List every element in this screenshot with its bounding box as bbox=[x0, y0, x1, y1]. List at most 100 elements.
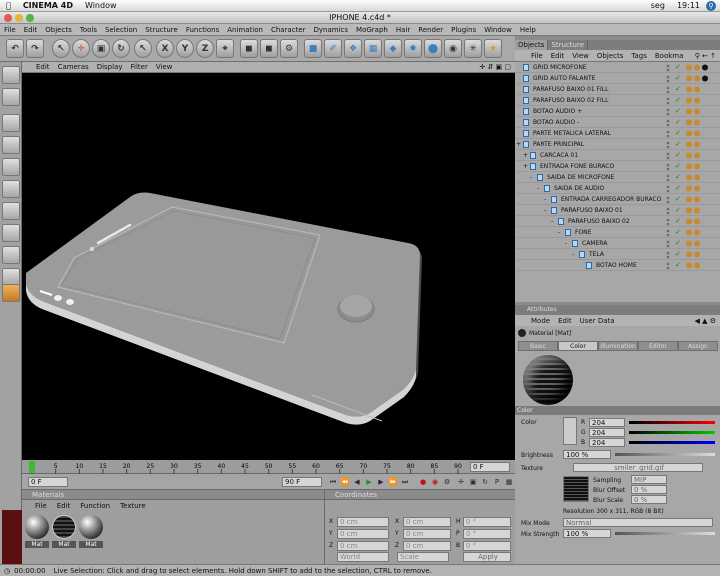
spline-pen-icon[interactable]: ✐ bbox=[324, 39, 342, 58]
tab-assign[interactable]: Assign bbox=[678, 341, 718, 351]
x-axis-button[interactable]: X bbox=[156, 39, 174, 58]
object-row[interactable]: - SAIDA DE AUDIO ✓ bbox=[515, 183, 720, 194]
material-swatch[interactable] bbox=[79, 515, 103, 539]
param-key-icon[interactable]: P bbox=[492, 477, 502, 487]
object-row[interactable]: BOTAO HOME ✓ bbox=[515, 260, 720, 271]
visibility-dots-icon[interactable] bbox=[665, 130, 671, 138]
enabled-check-icon[interactable]: ✓ bbox=[675, 205, 681, 216]
use-model-mode-icon[interactable] bbox=[2, 66, 20, 84]
tab-objects[interactable]: Objects bbox=[515, 40, 549, 50]
object-row[interactable]: GRID AUTO FALANTE ✓ bbox=[515, 73, 720, 84]
enabled-check-icon[interactable]: ✓ bbox=[675, 73, 681, 84]
keyframe-selection-icon[interactable]: ⚙ bbox=[442, 477, 452, 487]
object-row[interactable]: - PARAFUSO BAIXO 02 ✓ bbox=[515, 216, 720, 227]
coord-mode-select[interactable]: Scale bbox=[397, 552, 449, 562]
use-texture-mode-icon[interactable] bbox=[2, 114, 20, 132]
weight-mode-icon[interactable] bbox=[2, 224, 20, 242]
visibility-dots-icon[interactable] bbox=[665, 119, 671, 127]
menu-window[interactable]: Window bbox=[480, 26, 516, 34]
enabled-check-icon[interactable]: ✓ bbox=[675, 62, 681, 73]
size-z-field[interactable]: 0 cm bbox=[403, 541, 451, 551]
enabled-check-icon[interactable]: ✓ bbox=[675, 106, 681, 117]
objects-menu-view[interactable]: View bbox=[568, 52, 593, 60]
timeline-current-frame-field[interactable]: 0 F bbox=[470, 462, 510, 472]
light-bulb-icon[interactable]: ★ bbox=[484, 39, 502, 58]
environment-icon[interactable]: ⬤ bbox=[424, 39, 442, 58]
enabled-check-icon[interactable]: ✓ bbox=[675, 150, 681, 161]
menu-hair[interactable]: Hair bbox=[392, 26, 414, 34]
viewport-menu-view[interactable]: View bbox=[152, 63, 177, 71]
visibility-dots-icon[interactable] bbox=[665, 251, 671, 259]
materials-menu-edit[interactable]: Edit bbox=[52, 502, 76, 510]
menu-help[interactable]: Help bbox=[516, 26, 540, 34]
blur-scale-field[interactable]: 0 % bbox=[631, 495, 667, 504]
point-level-icon[interactable]: ▦ bbox=[504, 477, 514, 487]
scale-icon[interactable]: ▣ bbox=[92, 39, 110, 58]
enabled-check-icon[interactable]: ✓ bbox=[675, 227, 681, 238]
menu-tools[interactable]: Tools bbox=[76, 26, 101, 34]
rotation-key-icon[interactable]: ↻ bbox=[480, 477, 490, 487]
object-row[interactable]: - PARAFUSO BAIXO 01 ✓ bbox=[515, 205, 720, 216]
end-frame-field[interactable]: 90 F bbox=[282, 477, 322, 487]
search-icon[interactable]: ⚲ ← ↑ bbox=[691, 52, 720, 60]
record-icon[interactable]: ● bbox=[418, 477, 428, 487]
menu-structure[interactable]: Structure bbox=[141, 26, 182, 34]
menu-edit[interactable]: Edit bbox=[20, 26, 42, 34]
attributes-menu-mode[interactable]: Mode bbox=[527, 317, 554, 325]
menu-dynamics[interactable]: Dynamics bbox=[310, 26, 353, 34]
use-object-mode-icon[interactable] bbox=[2, 88, 20, 106]
attributes-menu-user-data[interactable]: User Data bbox=[576, 317, 619, 325]
size-x-field[interactable]: 0 cm bbox=[403, 517, 451, 527]
objects-menu-tags[interactable]: Tags bbox=[627, 52, 651, 60]
visibility-dots-icon[interactable] bbox=[665, 229, 671, 237]
tab-editor[interactable]: Editor bbox=[638, 341, 678, 351]
menu-file[interactable]: File bbox=[0, 26, 20, 34]
color-r-field[interactable]: 204 bbox=[589, 418, 625, 427]
expand-toggle-icon[interactable]: - bbox=[530, 172, 532, 183]
color-swatch[interactable] bbox=[563, 417, 577, 445]
viewport-menu-cameras[interactable]: Cameras bbox=[54, 63, 93, 71]
nurbs-icon[interactable]: ❖ bbox=[344, 39, 362, 58]
goto-start-icon[interactable]: ⏮ bbox=[328, 477, 338, 487]
menu-selection[interactable]: Selection bbox=[101, 26, 141, 34]
polygons-mode-icon[interactable] bbox=[2, 202, 20, 220]
move-icon[interactable]: ✛ bbox=[72, 39, 90, 58]
lock-icon[interactable]: ◀ ▲ ⚙ bbox=[691, 317, 720, 325]
size-y-field[interactable]: 0 cm bbox=[403, 529, 451, 539]
visibility-dots-icon[interactable] bbox=[665, 196, 671, 204]
tab-basic[interactable]: Basic bbox=[518, 341, 558, 351]
apply-button[interactable]: Apply bbox=[463, 552, 511, 562]
object-row[interactable]: + ENTRADA FONE BURACO ✓ bbox=[515, 161, 720, 172]
position-z-field[interactable]: 0 cm bbox=[337, 541, 389, 551]
material-swatch[interactable] bbox=[25, 515, 49, 539]
color-g-field[interactable]: 204 bbox=[589, 428, 625, 437]
material-preview[interactable] bbox=[523, 355, 573, 405]
expand-toggle-icon[interactable]: - bbox=[572, 249, 574, 260]
color-r-slider[interactable] bbox=[629, 421, 715, 424]
object-row[interactable]: - SAIDA DE MICROFONE ✓ bbox=[515, 172, 720, 183]
undo-icon[interactable]: ↶ bbox=[6, 39, 24, 58]
deformer-icon[interactable]: ◆ bbox=[384, 39, 402, 58]
materials-menu-function[interactable]: Function bbox=[75, 502, 115, 510]
coord-system-select[interactable]: World bbox=[337, 552, 389, 562]
visibility-dots-icon[interactable] bbox=[665, 108, 671, 116]
goto-end-icon[interactable]: ⏭ bbox=[400, 477, 410, 487]
zoom-window-icon[interactable] bbox=[26, 14, 34, 22]
coordinate-system-icon[interactable]: ⌖ bbox=[216, 39, 234, 58]
enabled-check-icon[interactable]: ✓ bbox=[675, 238, 681, 249]
expand-toggle-icon[interactable]: - bbox=[558, 227, 560, 238]
camera-icon[interactable]: ◉ bbox=[444, 39, 462, 58]
object-row[interactable]: + PARTE PRINCIPAL ✓ bbox=[515, 139, 720, 150]
recent-tool-icon[interactable]: ↖ bbox=[134, 39, 152, 58]
live-selection-icon[interactable]: ↖ bbox=[52, 39, 70, 58]
color-b-slider[interactable] bbox=[629, 441, 715, 444]
texture-file-field[interactable]: smiler_grid.gif bbox=[573, 463, 703, 472]
rotate-icon[interactable]: ↻ bbox=[112, 39, 130, 58]
expand-toggle-icon[interactable]: - bbox=[551, 216, 553, 227]
brightness-field[interactable]: 100 % bbox=[563, 450, 611, 459]
enabled-check-icon[interactable]: ✓ bbox=[675, 216, 681, 227]
render-picture-viewer-icon[interactable]: ◼ bbox=[260, 39, 278, 58]
minimize-window-icon[interactable] bbox=[15, 14, 23, 22]
object-row[interactable]: - ENTRADA CARREGADOR BURACO ✓ bbox=[515, 194, 720, 205]
next-key-icon[interactable]: ⏩ bbox=[388, 477, 398, 487]
